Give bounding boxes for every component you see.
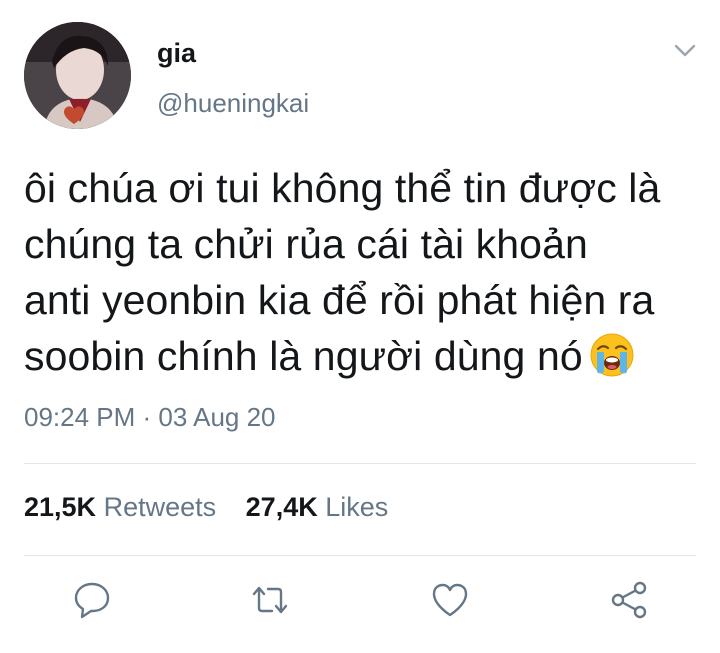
tweet-timestamp[interactable]: 09:24 PM · 03 Aug 20	[24, 402, 276, 433]
heart-icon[interactable]	[428, 578, 472, 622]
share-icon[interactable]	[608, 578, 652, 622]
tweet-text: ôi chúa ơi tui không thể tin được là chú…	[24, 160, 704, 384]
user-handle[interactable]: @hueningkai	[157, 88, 309, 119]
likes-count: 27,4K	[245, 492, 318, 522]
retweets-label: Retweets	[103, 492, 217, 522]
engagement-stats: 21,5K Retweets 27,4K Likes	[24, 492, 410, 523]
action-bar	[0, 578, 720, 628]
tweet-line: chúng ta chửi rủa cái tài khoản	[24, 221, 588, 267]
retweets-stat[interactable]: 21,5K Retweets	[24, 492, 216, 522]
tweet-line: anti yeonbin kia để rồi phát hiện ra	[24, 277, 655, 323]
tweet-line: ôi chúa ơi tui không thể tin được là	[24, 165, 661, 211]
loudly-crying-face-icon	[589, 332, 635, 378]
retweets-count: 21,5K	[24, 492, 97, 522]
tweet-line-text: soobin chính là người dùng nó	[24, 333, 583, 379]
reply-icon[interactable]	[70, 578, 114, 622]
tweet-line: soobin chính là người dùng nó	[24, 328, 704, 384]
likes-label: Likes	[325, 492, 389, 522]
display-name[interactable]: gia	[157, 38, 196, 69]
retweet-icon[interactable]	[248, 578, 292, 622]
chevron-down-icon[interactable]	[671, 38, 699, 64]
avatar-image	[24, 22, 131, 129]
divider	[24, 555, 696, 556]
divider	[24, 463, 696, 464]
avatar[interactable]	[24, 22, 131, 129]
likes-stat[interactable]: 27,4K Likes	[246, 492, 389, 522]
